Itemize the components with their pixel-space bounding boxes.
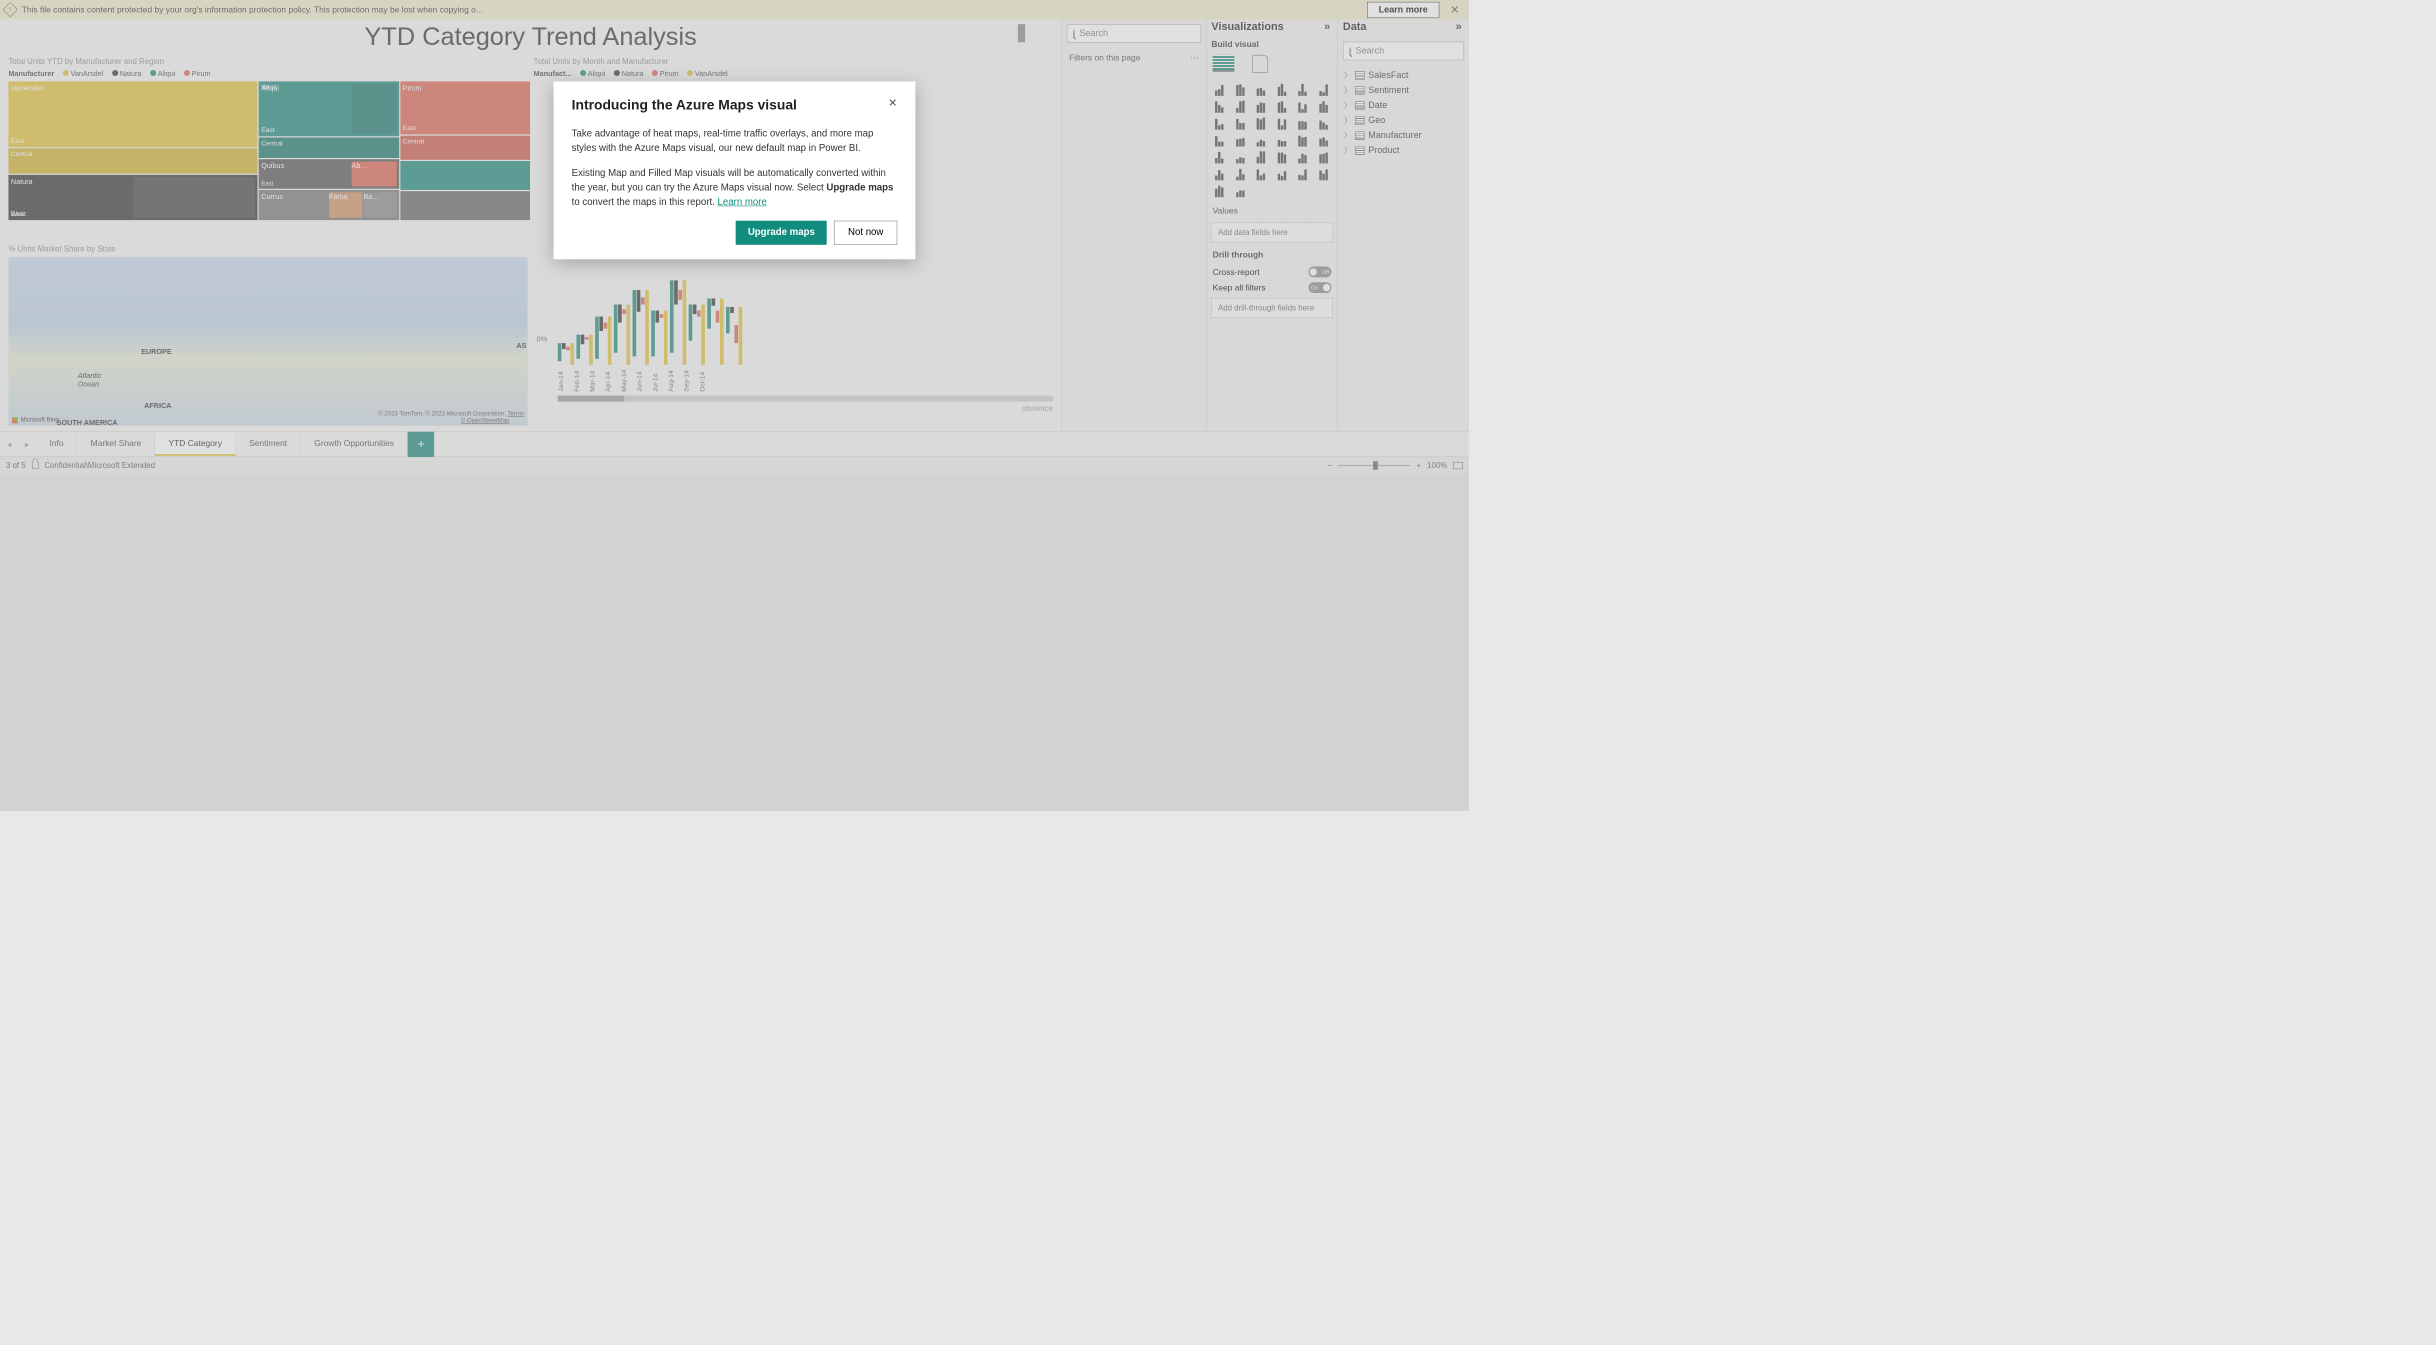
- not-now-button[interactable]: Not now: [834, 221, 897, 245]
- dialog-learn-more-link[interactable]: Learn more: [718, 197, 767, 207]
- dialog-paragraph-1: Take advantage of heat maps, real-time t…: [572, 127, 898, 156]
- upgrade-maps-button[interactable]: Upgrade maps: [736, 221, 827, 245]
- dialog-title: Introducing the Azure Maps visual: [572, 97, 797, 113]
- azure-maps-dialog: Introducing the Azure Maps visual ✕ Take…: [554, 81, 916, 259]
- dialog-paragraph-2: Existing Map and Filled Map visuals will…: [572, 166, 898, 209]
- dialog-close-icon[interactable]: ✕: [888, 97, 897, 110]
- modal-overlay: Introducing the Azure Maps visual ✕ Take…: [0, 0, 1469, 811]
